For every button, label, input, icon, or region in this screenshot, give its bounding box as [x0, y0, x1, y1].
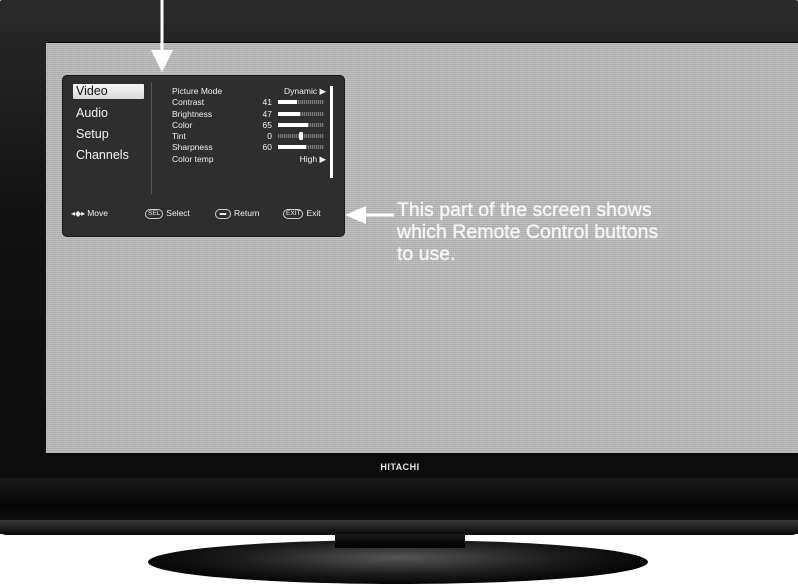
- left-arrow-icon: [345, 206, 394, 224]
- annotation-line: This part of the screen shows: [397, 199, 652, 221]
- annotation-line: to use.: [397, 243, 456, 265]
- down-arrow-icon: [151, 0, 173, 72]
- annotation-line: which Remote Control buttons: [397, 221, 659, 243]
- annotation-arrows: [151, 0, 394, 224]
- annotation-text: This part of the screen shows which Remo…: [397, 199, 757, 265]
